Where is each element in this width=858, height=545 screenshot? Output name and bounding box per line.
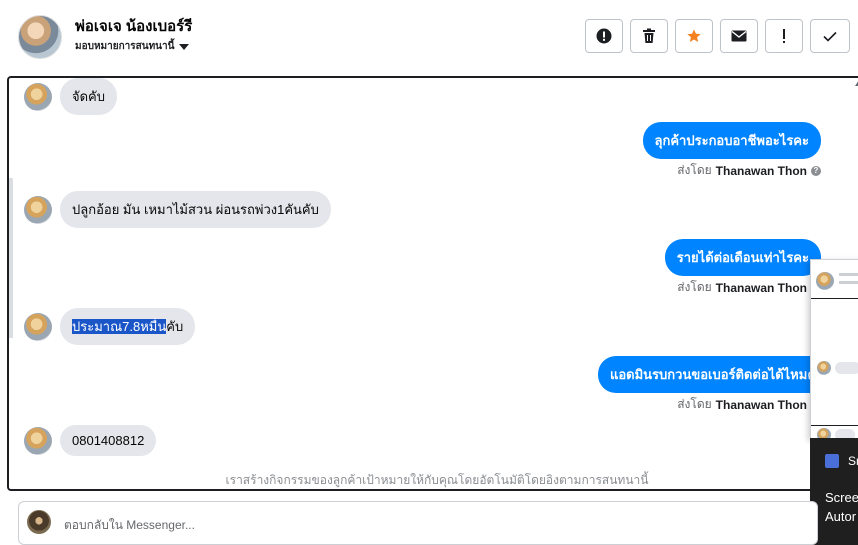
message-row-incoming: ประมาณ7.8หมื่นคับ [24,308,196,345]
contact-avatar-small [24,312,52,341]
message-row-incoming: 0801408812 [24,425,157,456]
message-text: คับ [166,319,184,334]
popup-avatar [816,272,834,290]
incoming-message-bubble[interactable]: 0801408812 [60,425,157,456]
contact-avatar-small [24,426,52,455]
sent-by-line: ส่งโดย Thanawan Thon [677,278,807,297]
outgoing-message-bubble[interactable]: แอดมินรบกวนขอเบอร์ติดต่อได้ไหมคะ [597,356,835,393]
conversation-thread[interactable]: จัดคับ ลุกค้าประกอบอาชีพอะไรคะ ส่งโดย Th… [7,76,858,491]
sent-by-label: ส่งโดย [677,397,712,411]
sender-name[interactable]: Thanawan Thon [716,281,807,295]
delete-button[interactable] [630,19,668,53]
toast-app-name: Sn [848,454,858,468]
message-row-incoming: ปลูกอ้อย มัน เหมาไม้สวน ผ่อนรถพ่วง1คันคั… [24,191,331,228]
contact-name[interactable]: พ่อเจเจ น้องเบอร์รี [75,14,192,38]
star-button[interactable] [675,19,713,53]
sent-by-label: ส่งโดย [677,163,712,177]
outgoing-message-bubble[interactable]: ลุกค้าประกอบอาชีพอะไรคะ [642,122,821,159]
mark-done-button[interactable] [810,19,850,53]
contact-avatar-small [24,195,52,224]
assign-conversation-dropdown[interactable]: มอบหมายการสนทนานี้ [75,39,190,54]
selected-text: ประมาณ7.8หมื่น [72,319,167,334]
sender-name[interactable]: Thanawan Thon [716,398,807,412]
exclamation-circle-icon [596,28,612,44]
mark-unread-button[interactable] [720,19,758,53]
trash-icon [643,28,655,43]
sent-by-line: ส่งโดย Thanawan Thon ? [677,161,821,180]
conversation-header: พ่อเจเจ น้องเบอร์รี มอบหมายการสนทนานี้ [0,0,858,76]
star-icon [687,29,701,42]
incoming-message-bubble[interactable]: จัดคับ [60,78,118,115]
toast-body: Autor [825,509,857,524]
contact-avatar[interactable] [18,15,62,59]
preview-popup[interactable] [810,259,858,439]
popup-name-line [839,273,858,276]
incoming-message-bubble[interactable]: ปลูกอ้อย มัน เหมาไม้สวน ผ่อนรถพ่วง1คันคั… [60,191,331,228]
checkmark-icon [823,31,837,42]
mark-spam-button[interactable] [585,19,623,53]
sent-by-line: ส่งโดย Thanawan Thon [677,395,807,414]
incoming-message-bubble[interactable]: ประมาณ7.8หมื่นคับ [60,308,196,345]
sent-by-label: ส่งโดย [677,280,712,294]
popup-message-bubble [835,362,858,374]
exclamation-icon [783,29,785,43]
popup-divider [811,298,858,299]
toast-title: Scree [825,490,858,505]
popup-avatar [817,361,831,375]
snipping-tool-icon [825,454,839,468]
reply-input-placeholder[interactable]: ตอบกลับใน Messenger... [64,516,195,535]
contact-avatar-small [24,82,52,111]
left-scroll-edge [9,178,13,338]
sender-name[interactable]: Thanawan Thon [716,164,807,178]
popup-divider [811,425,858,426]
envelope-icon [731,30,747,42]
message-row-incoming: จัดคับ [24,78,118,115]
help-icon[interactable]: ? [811,165,821,176]
reply-composer[interactable]: ตอบกลับใน Messenger... [18,501,818,545]
outgoing-message-bubble[interactable]: รายได้ต่อเดือนเท่าไรคะ [664,239,821,276]
auto-activity-note: เราสร้างกิจกรรมของลูกค้าเป้าหมายให้กับคุ… [225,473,649,487]
assign-label: มอบหมายการสนทนานี้ [75,41,175,52]
action-toolbar [585,19,850,53]
flag-button[interactable] [765,19,803,53]
caret-down-icon [179,43,190,50]
popup-sub-line [839,281,858,284]
page-avatar [27,510,51,534]
